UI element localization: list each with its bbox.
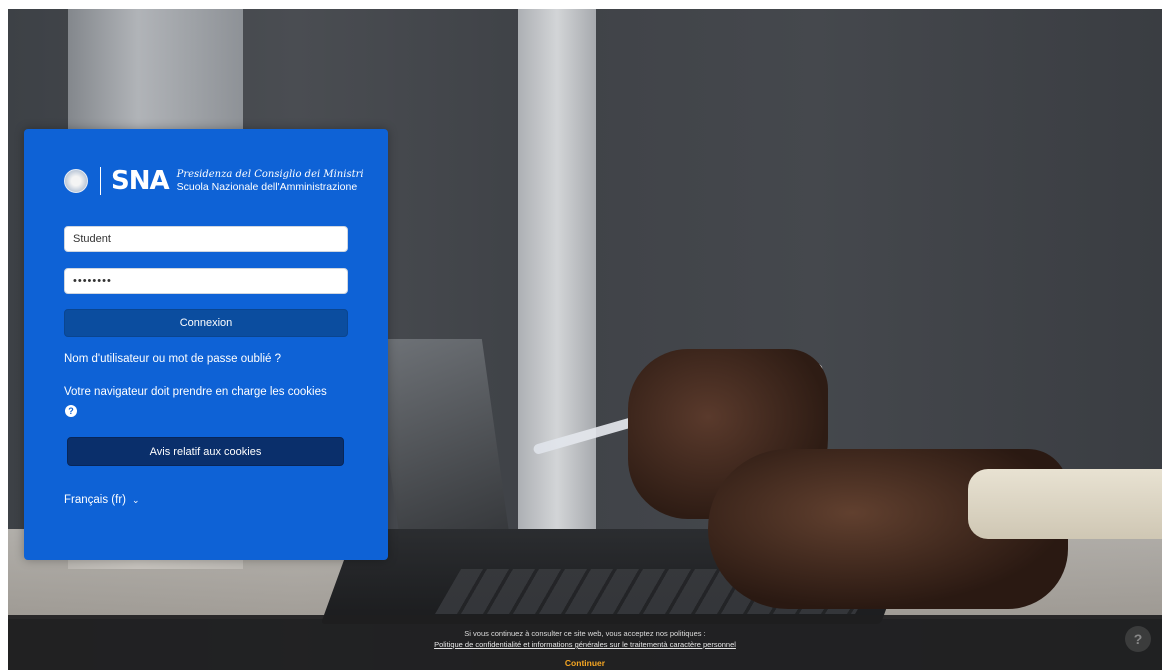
logo-divider (100, 167, 101, 195)
cookies-notice-text: Votre navigateur doit prendre en charge … (64, 386, 327, 398)
cookie-banner: Si vous continuez à consulter ce site we… (8, 615, 1162, 670)
password-input[interactable] (64, 268, 348, 294)
logo-abbr: SNA (111, 166, 170, 196)
forgot-password-link[interactable]: Nom d'utilisateur ou mot de passe oublié… (64, 353, 281, 365)
username-input[interactable] (64, 226, 348, 252)
language-label: Français (fr) (64, 494, 126, 506)
privacy-policy-link[interactable]: Politique de confidentialité et informat… (8, 640, 1162, 649)
language-selector[interactable]: Français (fr) ⌄ (64, 494, 140, 506)
logo-institution: Presidenza del Consiglio dei Ministri (176, 169, 364, 180)
continue-button[interactable]: Continuer (8, 658, 1162, 668)
logo-text: Presidenza del Consiglio dei Ministri Sc… (177, 169, 364, 193)
logo-school-name: Scuola Nazionale dell'Amministrazione (176, 181, 358, 193)
chevron-down-icon: ⌄ (131, 494, 140, 505)
cookies-notice-button[interactable]: Avis relatif aux cookies (67, 437, 344, 466)
login-button[interactable]: Connexion (64, 309, 348, 337)
cookie-banner-text: Si vous continuez à consulter ce site we… (464, 629, 706, 638)
help-icon[interactable]: ? (65, 405, 77, 417)
italian-republic-emblem-icon (64, 169, 88, 193)
background-sleeve (968, 469, 1162, 539)
sna-logo: SNA Presidenza del Consiglio dei Ministr… (64, 165, 364, 197)
background-pillar-center (518, 9, 596, 529)
floating-help-icon[interactable]: ? (1125, 626, 1151, 652)
login-panel: SNA Presidenza del Consiglio dei Ministr… (24, 129, 388, 560)
